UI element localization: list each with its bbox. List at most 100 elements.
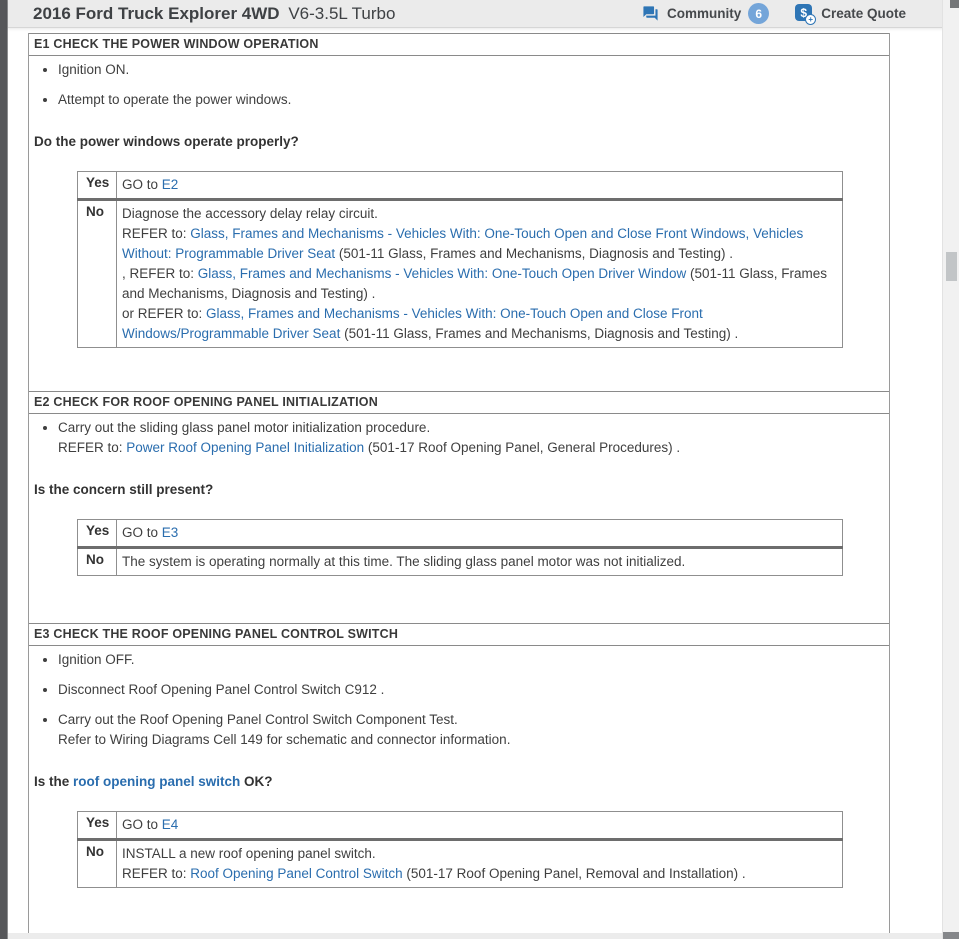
community-chat-icon <box>641 5 660 22</box>
answer-cell: No <box>77 546 117 576</box>
action-line: GO to E4 <box>122 815 834 835</box>
instruction-bullet: Attempt to operate the power windows. <box>58 90 881 110</box>
instruction-line: Attempt to operate the power windows. <box>58 90 881 110</box>
instruction-bullet: Ignition ON. <box>58 60 881 80</box>
create-quote-button[interactable]: $ + Create Quote <box>795 4 906 25</box>
section-heading: E2 CHECK FOR ROOF OPENING PANEL INITIALI… <box>29 391 889 414</box>
instruction-line: Ignition OFF. <box>58 650 881 670</box>
community-count-badge: 6 <box>748 3 770 24</box>
text-segment: Carry out the sliding glass panel motor … <box>58 420 431 435</box>
diagnostic-content: E1 CHECK THE POWER WINDOW OPERATION Ignit… <box>28 33 890 933</box>
plus-glyph: + <box>805 14 817 25</box>
text-segment: Diagnose the accessory delay relay circu… <box>122 206 378 221</box>
decision-row-no: No The system is operating normally at th… <box>77 546 843 576</box>
action-line: , REFER to: Glass, Frames and Mechanisms… <box>122 264 834 304</box>
text-segment: Ignition ON. <box>58 62 130 77</box>
text-segment: (501-17 Roof Opening Panel, Removal and … <box>402 866 746 881</box>
action-line: or REFER to: Glass, Frames and Mechanism… <box>122 304 834 344</box>
text-segment: Disconnect Roof Opening Panel Control Sw… <box>58 682 385 697</box>
instruction-list: Ignition ON. Attempt to operate the power… <box>34 60 881 110</box>
sections: E1 CHECK THE POWER WINDOW OPERATION Ignit… <box>29 33 889 888</box>
action-cell: GO to E2 <box>116 171 843 200</box>
text-segment: INSTALL a new roof opening panel switch. <box>122 846 376 861</box>
decision-table: Yes GO to E2 No Diagnose the accessory dela… <box>77 171 843 348</box>
reference-link[interactable]: Roof Opening Panel Control Switch <box>190 866 402 881</box>
action-line: Diagnose the accessory delay relay circu… <box>122 204 834 224</box>
instruction-line: Carry out the Roof Opening Panel Control… <box>58 710 881 730</box>
action-line: INSTALL a new roof opening panel switch. <box>122 844 834 864</box>
text-segment: REFER to: <box>122 866 191 881</box>
text-segment: or REFER to: <box>122 306 207 321</box>
decision-table: Yes GO to E4 No INSTALL a new roof opening … <box>77 811 843 888</box>
decision-row-no: No INSTALL a new roof opening panel switc… <box>77 838 843 888</box>
section-heading: E1 CHECK THE POWER WINDOW OPERATION <box>29 33 889 56</box>
instruction-line: Ignition ON. <box>58 60 881 80</box>
section-body: Ignition ON. Attempt to operate the power… <box>29 60 889 391</box>
action-cell: Diagnose the accessory delay relay circu… <box>116 198 843 348</box>
text-segment: GO to <box>122 817 162 832</box>
action-cell: The system is operating normally at this… <box>116 546 843 576</box>
create-quote-label: Create Quote <box>821 6 906 21</box>
decision-row-yes: Yes GO to E4 <box>77 811 843 840</box>
instruction-line: REFER to: Power Roof Opening Panel Initi… <box>58 438 881 458</box>
decision-row-no: No Diagnose the accessory delay relay cir… <box>77 198 843 348</box>
reference-link[interactable]: roof opening panel switch <box>73 774 240 789</box>
scrollbar-top-button[interactable] <box>950 0 959 8</box>
text-segment: (501-17 Roof Opening Panel, General Proc… <box>364 440 681 455</box>
decision-question: Is the roof opening panel switch OK? <box>34 772 881 792</box>
decision-row-yes: Yes GO to E3 <box>77 519 843 548</box>
header-actions: Community 6 $ + Create Quote <box>641 3 906 25</box>
vertical-scrollbar[interactable] <box>942 0 959 939</box>
bottom-edge-strip <box>8 933 944 939</box>
vehicle-title-main: 2016 Ford Truck Explorer 4WD <box>33 3 280 23</box>
dollar-plus-icon: $ + <box>795 4 817 25</box>
action-cell: GO to E3 <box>116 519 843 548</box>
action-line: The system is operating normally at this… <box>122 552 834 572</box>
text-segment: Carry out the Roof Opening Panel Control… <box>58 712 458 727</box>
reference-link[interactable]: Power Roof Opening Panel Initialization <box>126 440 364 455</box>
answer-cell: No <box>77 838 117 888</box>
action-cell: INSTALL a new roof opening panel switch.… <box>116 838 843 888</box>
community-button[interactable]: Community 6 <box>641 3 770 24</box>
diagnostic-section-e1: E1 CHECK THE POWER WINDOW OPERATION Ignit… <box>29 33 889 391</box>
text-segment: , REFER to: <box>122 266 198 281</box>
text-segment: Do the power windows operate properly? <box>34 134 299 149</box>
text-segment: Attempt to operate the power windows. <box>58 92 292 107</box>
instruction-list: Ignition OFF. Disconnect Roof Opening Pan… <box>34 650 881 750</box>
goto-link[interactable]: E2 <box>162 177 179 192</box>
instruction-list: Carry out the sliding glass panel motor … <box>34 418 881 458</box>
text-segment: (501-11 Glass, Frames and Mechanisms, Di… <box>340 326 739 341</box>
answer-cell: Yes <box>77 811 117 840</box>
instruction-bullet: Ignition OFF. <box>58 650 881 670</box>
answer-cell: Yes <box>77 519 117 548</box>
instruction-bullet: Disconnect Roof Opening Panel Control Sw… <box>58 680 881 700</box>
section-body: Ignition OFF. Disconnect Roof Opening Pan… <box>29 650 889 888</box>
community-label: Community <box>666 6 742 21</box>
decision-question: Is the concern still present? <box>34 480 881 500</box>
scrollbar-thumb[interactable] <box>946 252 957 281</box>
text-segment: REFER to: <box>58 440 127 455</box>
text-segment: (501-11 Glass, Frames and Mechanisms, Di… <box>335 246 734 261</box>
page-header: 2016 Ford Truck Explorer 4WD V6-3.5L Tur… <box>8 0 944 28</box>
section-heading: E3 CHECK THE ROOF OPENING PANEL CONTROL … <box>29 623 889 646</box>
vehicle-title-engine: V6-3.5L Turbo <box>288 3 396 23</box>
instruction-line: Disconnect Roof Opening Panel Control Sw… <box>58 680 881 700</box>
reference-link[interactable]: Glass, Frames and Mechanisms - Vehicles … <box>198 266 686 281</box>
text-segment: GO to <box>122 525 162 540</box>
action-line: REFER to: Glass, Frames and Mechanisms -… <box>122 224 834 264</box>
action-cell: GO to E4 <box>116 811 843 840</box>
instruction-bullet: Carry out the sliding glass panel motor … <box>58 418 881 458</box>
instruction-line: Carry out the sliding glass panel motor … <box>58 418 881 438</box>
decision-row-yes: Yes GO to E2 <box>77 171 843 200</box>
text-segment: Is the <box>34 774 74 789</box>
goto-link[interactable]: E3 <box>162 525 179 540</box>
text-segment: Refer to Wiring Diagrams Cell 149 for sc… <box>58 732 511 747</box>
action-line: GO to E2 <box>122 175 834 195</box>
text-segment: REFER to: <box>122 226 191 241</box>
diagnostic-section-e3: E3 CHECK THE ROOF OPENING PANEL CONTROL … <box>29 623 889 888</box>
answer-cell: No <box>77 198 117 348</box>
answer-cell: Yes <box>77 171 117 200</box>
goto-link[interactable]: E4 <box>162 817 179 832</box>
text-segment: OK? <box>240 774 273 789</box>
text-segment: GO to <box>122 177 162 192</box>
